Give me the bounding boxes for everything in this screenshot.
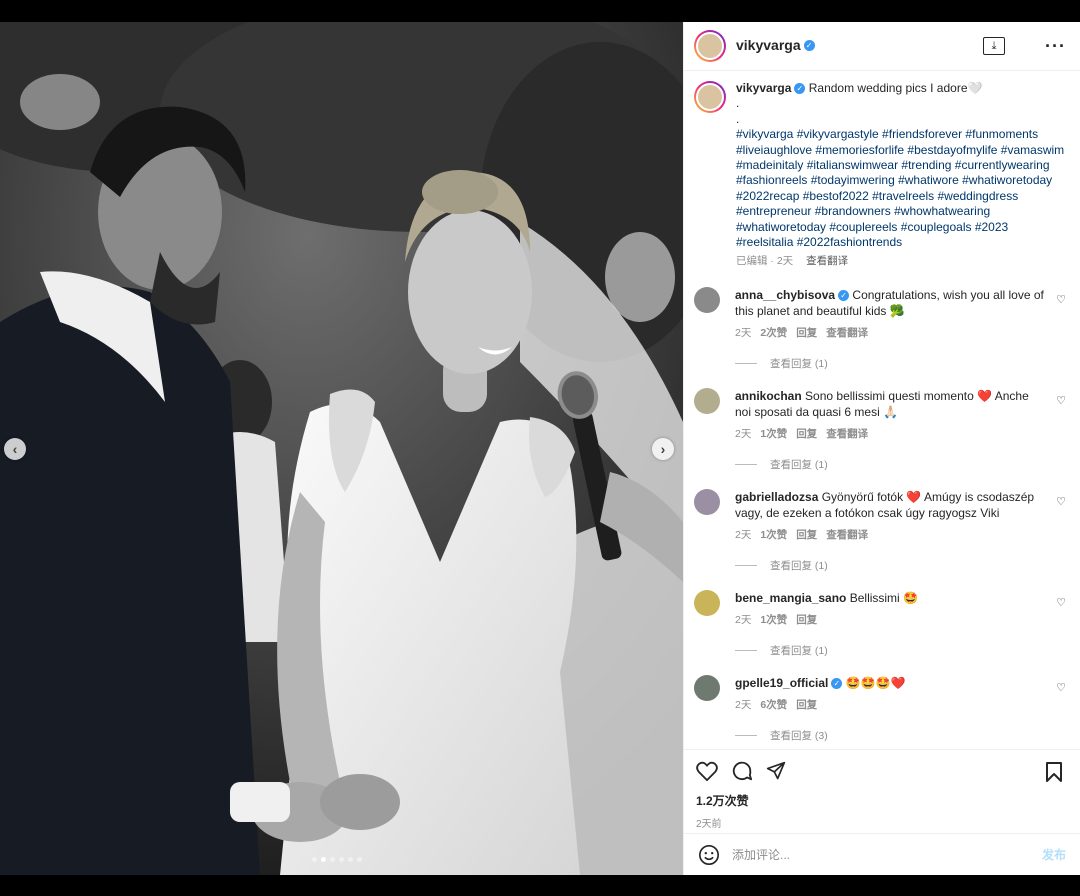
carousel-dot <box>321 857 326 862</box>
caption-avatar[interactable] <box>694 81 726 113</box>
commenter-username[interactable]: gpelle19_official <box>735 676 828 690</box>
comment-time[interactable]: 2天 <box>735 327 751 339</box>
comment-item: gabrielladozsa Gyönyörű fotók ❤️ Amúgy i… <box>694 488 1066 573</box>
action-bar: 1.2万次赞 2天前 <box>684 749 1080 833</box>
post-header: vikyvarga ✓ ⤓ ··· <box>684 22 1080 71</box>
see-translation-link[interactable]: 查看翻译 <box>826 529 868 541</box>
comment-input[interactable] <box>732 847 1032 862</box>
like-heart-icon[interactable] <box>696 761 718 786</box>
caption-text: Random wedding pics I adore🤍 <box>808 81 983 95</box>
commenter-username[interactable]: gabrielladozsa <box>735 490 818 504</box>
commenter-username[interactable]: anna__chybisova <box>735 288 835 302</box>
next-slide-button[interactable]: › <box>652 438 674 460</box>
comment-like-heart-icon[interactable]: ♡ <box>1056 596 1066 609</box>
add-comment-bar: 发布 <box>684 833 1080 875</box>
comment-text: 🤩🤩🤩❤️ <box>845 675 906 690</box>
comment-item: gpelle19_official ✓ 🤩🤩🤩❤️ 2天 6次赞 回复 ♡ 查看回复 (3) <box>694 674 1066 743</box>
see-translation-link[interactable]: 查看翻译 <box>826 327 868 339</box>
reply-button[interactable]: 回复 <box>796 614 817 626</box>
download-icon[interactable]: ⤓ <box>983 37 1006 55</box>
commenter-username[interactable]: bene_mangia_sano <box>735 591 846 605</box>
wedding-photo <box>0 22 683 875</box>
comment-time[interactable]: 2天 <box>735 529 751 541</box>
view-replies-button[interactable]: 查看回复 (1) <box>770 558 828 573</box>
see-translation-link[interactable]: 查看翻译 <box>806 255 848 267</box>
post-modal: ‹ › vikyvarga ✓ ⤓ ··· vikyvarga ✓ Random w… <box>0 22 1080 875</box>
comment-like-count[interactable]: 1次赞 <box>760 614 787 626</box>
verified-icon: ✓ <box>794 83 806 95</box>
post-timestamp[interactable]: 2天前 <box>696 815 1066 830</box>
comment-item: anna__chybisova ✓ Congratulations, wish y… <box>694 286 1066 371</box>
comment-like-count[interactable]: 1次赞 <box>760 428 787 440</box>
commenter-avatar[interactable] <box>694 589 720 616</box>
comment-item: annikochan Sono bellissimi questi moment… <box>694 387 1066 472</box>
post-media[interactable]: ‹ › <box>0 22 683 875</box>
reply-button[interactable]: 回复 <box>796 428 817 440</box>
emoji-icon[interactable] <box>698 844 720 866</box>
carousel-dot <box>348 857 353 862</box>
commenter-avatar[interactable] <box>694 488 720 515</box>
view-replies-button[interactable]: 查看回复 (1) <box>770 457 828 472</box>
carousel-indicator <box>312 857 362 862</box>
comment-like-count[interactable]: 6次赞 <box>760 699 787 711</box>
commenter-avatar[interactable] <box>694 674 720 701</box>
post-comment-button[interactable]: 发布 <box>1042 846 1066 863</box>
view-replies-button[interactable]: 查看回复 (3) <box>770 728 828 743</box>
share-icon[interactable] <box>766 761 786 786</box>
caption-edited-time: 已编辑 · 2天 <box>736 255 794 268</box>
like-count[interactable]: 1.2万次赞 <box>696 792 1066 809</box>
replies-divider <box>735 463 757 465</box>
caption-hashtags[interactable]: #vikyvarga #vikyvargastyle #friendsforev… <box>736 127 1066 250</box>
comment-list: anna__chybisova ✓ Congratulations, wish y… <box>694 286 1066 749</box>
reply-button[interactable]: 回复 <box>796 529 817 541</box>
carousel-dot <box>312 857 317 862</box>
comment-time[interactable]: 2天 <box>735 699 751 711</box>
comment-like-heart-icon[interactable]: ♡ <box>1056 394 1066 407</box>
author-username[interactable]: vikyvarga <box>736 37 801 53</box>
reply-button[interactable]: 回复 <box>796 327 817 339</box>
comment-text: Bellissimi 🤩 <box>849 590 918 605</box>
caption: vikyvarga ✓ Random wedding pics I adore🤍 … <box>694 81 1066 270</box>
replies-divider <box>735 362 757 364</box>
more-options-button[interactable]: ··· <box>1045 36 1066 57</box>
comment-icon[interactable] <box>731 760 753 787</box>
replies-divider <box>735 564 757 566</box>
comment-time[interactable]: 2天 <box>735 428 751 440</box>
reply-button[interactable]: 回复 <box>796 699 817 711</box>
verified-icon: ✓ <box>838 290 850 302</box>
see-translation-link[interactable]: 查看翻译 <box>826 428 868 440</box>
verified-icon: ✓ <box>803 40 815 52</box>
replies-divider <box>735 734 757 736</box>
commenter-avatar[interactable] <box>694 286 720 313</box>
comment-like-heart-icon[interactable]: ♡ <box>1056 293 1066 306</box>
comment-time[interactable]: 2天 <box>735 614 751 626</box>
caption-username[interactable]: vikyvarga <box>736 81 791 95</box>
carousel-dot <box>339 857 344 862</box>
commenter-username[interactable]: annikochan <box>735 389 802 403</box>
comment-like-count[interactable]: 1次赞 <box>760 529 787 541</box>
carousel-dot <box>330 857 335 862</box>
save-bookmark-icon[interactable] <box>1046 762 1062 787</box>
post-sidebar: vikyvarga ✓ ⤓ ··· vikyvarga ✓ Random weddi… <box>683 22 1080 875</box>
view-replies-button[interactable]: 查看回复 (1) <box>770 643 828 658</box>
comment-item: bene_mangia_sano Bellissimi 🤩 2天 1次赞 回复 ♡ 查看回… <box>694 589 1066 658</box>
commenter-avatar[interactable] <box>694 387 720 414</box>
author-avatar[interactable] <box>694 30 726 62</box>
caption-dot: . <box>736 111 740 126</box>
caption-dot: . <box>736 96 740 111</box>
comment-like-count[interactable]: 2次赞 <box>760 327 787 339</box>
comments-scroll[interactable]: vikyvarga ✓ Random wedding pics I adore🤍 … <box>684 71 1080 749</box>
carousel-dot <box>357 857 362 862</box>
replies-divider <box>735 649 757 651</box>
comment-like-heart-icon[interactable]: ♡ <box>1056 495 1066 508</box>
view-replies-button[interactable]: 查看回复 (1) <box>770 356 828 371</box>
comment-like-heart-icon[interactable]: ♡ <box>1056 681 1066 694</box>
previous-slide-button[interactable]: ‹ <box>4 438 26 460</box>
verified-icon: ✓ <box>831 678 843 690</box>
